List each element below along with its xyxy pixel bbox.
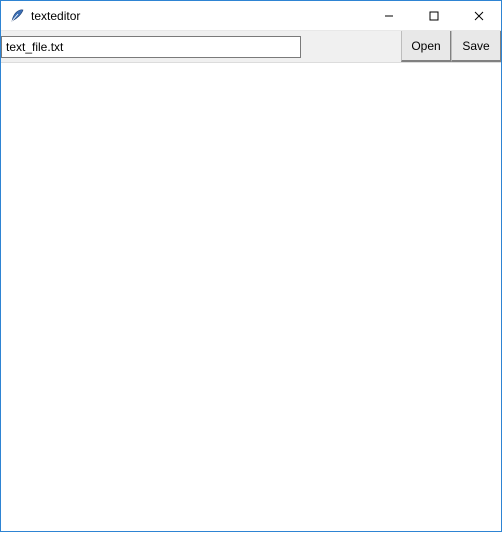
- minimize-button[interactable]: [366, 1, 411, 31]
- save-button[interactable]: Save: [451, 31, 501, 62]
- feather-icon: [9, 8, 25, 24]
- toolbar: Open Save: [1, 31, 501, 63]
- filename-input[interactable]: [1, 36, 301, 58]
- text-editor[interactable]: [1, 63, 501, 531]
- titlebar: texteditor: [1, 1, 501, 31]
- editor-area: [1, 63, 501, 531]
- close-button[interactable]: [456, 1, 501, 31]
- open-button[interactable]: Open: [401, 31, 451, 62]
- maximize-button[interactable]: [411, 1, 456, 31]
- window-title: texteditor: [31, 9, 80, 23]
- app-window: texteditor Open Save: [0, 0, 502, 532]
